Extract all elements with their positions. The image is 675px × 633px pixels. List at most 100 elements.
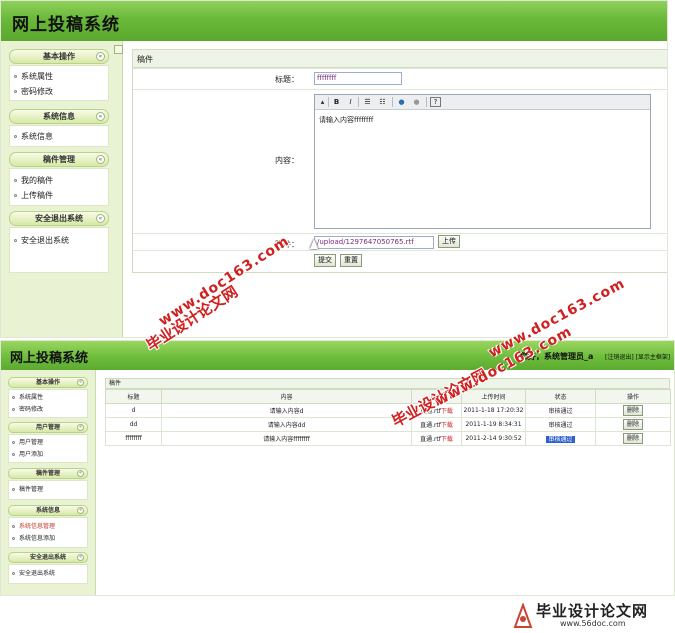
sidebar-group-users[interactable]: 用户管理 « <box>8 422 88 433</box>
collapse-icon[interactable]: « <box>77 554 84 561</box>
download-link[interactable]: 下载 <box>441 408 453 415</box>
footer-logo: 毕业设计论文网 www.56doc.com <box>508 600 675 633</box>
collapse-icon[interactable]: « <box>77 379 84 386</box>
frame-toggle-icon[interactable] <box>114 45 123 54</box>
collapse-icon[interactable]: « <box>77 507 84 514</box>
bold-button[interactable]: B <box>331 97 342 107</box>
grip-icon: ▴ <box>320 98 325 106</box>
status-badge-selected: 审核通过 <box>546 436 575 443</box>
sidebar-item-upload-manuscript[interactable]: 上传稿件 <box>10 188 108 203</box>
sidebar-group-body: 用户管理 用户添加 <box>8 434 88 463</box>
sidebar-item-logout[interactable]: 安全退出系统 <box>9 568 87 580</box>
collapse-icon[interactable]: « <box>96 155 105 164</box>
app-header: 网上投稿系统 您好，系统管理员_a [注销退出] [显示主框架] <box>1 341 674 370</box>
bullet-icon <box>12 408 15 411</box>
app-title: 网上投稿系统 <box>10 351 89 366</box>
collapse-icon[interactable]: « <box>96 52 105 61</box>
sidebar-item-add-system-info[interactable]: 系统信息添加 <box>9 533 87 545</box>
header-links[interactable]: [注销退出] [显示主框架] <box>605 352 670 361</box>
logo-mark-icon <box>513 603 533 628</box>
cell-action: 删除 <box>595 417 671 432</box>
bullet-icon <box>14 239 17 242</box>
help-button[interactable]: ? <box>430 97 441 107</box>
title-input[interactable]: ffffffff <box>314 72 402 85</box>
row-divider <box>133 233 667 234</box>
sidebar-group-body: 系统属性 密码修改 <box>9 65 109 101</box>
toolbar-separator <box>392 97 393 107</box>
submit-button[interactable]: 提交 <box>314 254 336 267</box>
cell-time: 2011-1-19 8:34:31 <box>461 417 526 432</box>
sidebar-item-system-info[interactable]: 系统信息 <box>10 129 108 144</box>
cell-action: 删除 <box>595 431 671 446</box>
sidebar-item-system-properties[interactable]: 系统属性 <box>10 69 108 84</box>
rich-text-editor[interactable]: ▴ B I ☰ ☷ ● ● ? 请输入内容ffffffff <box>314 94 651 229</box>
sidebar-group-body: 我的稿件 上传稿件 <box>9 168 109 206</box>
cell-title: ffffffff <box>105 431 162 446</box>
table-row: ffffffff 请输入内容ffffffff 直通.rtf下载 2011-2-1… <box>105 431 671 446</box>
delete-button[interactable]: 删除 <box>622 405 643 416</box>
delete-button[interactable]: 删除 <box>622 419 643 430</box>
collapse-icon[interactable]: « <box>77 470 84 477</box>
bullet-icon <box>12 488 15 491</box>
bullet-icon <box>14 135 17 138</box>
sidebar: 基本操作 « 系统属性 密码修改 用户管理 « 用户管理 用户添加 稿件管理 « 稿件… <box>1 370 96 595</box>
download-link[interactable]: 下载 <box>441 422 453 429</box>
cell-status: 审核通过 <box>525 417 596 432</box>
sidebar-item-change-password[interactable]: 密码修改 <box>10 84 108 99</box>
collapse-icon[interactable]: « <box>96 112 105 121</box>
bullet-icon <box>14 75 17 78</box>
column-header-content: 内容 <box>161 389 412 404</box>
sidebar-group-body: 稿件管理 <box>8 480 88 500</box>
sidebar-group-system-info[interactable]: 系统信息 « <box>9 109 109 124</box>
sidebar-item-add-user[interactable]: 用户添加 <box>9 449 87 461</box>
sidebar-item-user-management[interactable]: 用户管理 <box>9 437 87 449</box>
unordered-list-icon[interactable]: ☷ <box>377 97 388 107</box>
app-header: 网上投稿系统 <box>1 1 667 41</box>
sidebar-item-my-manuscripts[interactable]: 我的稿件 <box>10 173 108 188</box>
sidebar-group-basic[interactable]: 基本操作 « <box>8 377 88 388</box>
content-label: 内容： <box>275 156 299 165</box>
bullet-icon <box>14 194 17 197</box>
upload-button[interactable]: 上传 <box>438 235 460 248</box>
ordered-list-icon[interactable]: ☰ <box>362 97 373 107</box>
italic-button[interactable]: I <box>345 97 356 107</box>
sidebar-group-system-info[interactable]: 系统信息 « <box>8 505 88 516</box>
sidebar-item-logout[interactable]: 安全退出系统 <box>10 233 108 248</box>
edit-panel: 稿件 标题： ffffffff 内容： ▴ B I ☰ ☷ ● ● ? 请输入内… <box>132 49 667 273</box>
toolbar-separator <box>358 97 359 107</box>
sidebar-group-body: 系统属性 密码修改 <box>8 389 88 418</box>
sidebar-group-manuscripts[interactable]: 稿件管理 « <box>8 468 88 479</box>
sidebar-item-system-properties[interactable]: 系统属性 <box>9 392 87 404</box>
title-label: 标题： <box>275 75 299 84</box>
bullet-icon <box>12 453 15 456</box>
reset-button[interactable]: 重置 <box>340 254 362 267</box>
row-divider <box>133 250 667 251</box>
row-divider <box>133 68 667 69</box>
cell-time: 2011-2-14 9:30:52 <box>461 431 526 446</box>
bullet-icon <box>12 441 15 444</box>
sidebar-group-logout[interactable]: 安全退出系统 « <box>8 552 88 563</box>
toolbar-separator <box>328 97 329 107</box>
sidebar-group-body: 系统信息 <box>9 125 109 147</box>
bullet-icon <box>14 179 17 182</box>
bullet-icon <box>14 90 17 93</box>
download-link[interactable]: 下载 <box>441 436 453 443</box>
sidebar-group-basic[interactable]: 基本操作 « <box>9 49 109 64</box>
bullet-icon <box>12 396 15 399</box>
cell-status: 审核通过 <box>525 431 596 446</box>
sidebar-item-change-password[interactable]: 密码修改 <box>9 404 87 416</box>
link-icon[interactable]: ● <box>396 97 407 107</box>
collapse-icon[interactable]: « <box>96 214 105 223</box>
sidebar-item-system-info-management[interactable]: 系统信息管理 <box>9 521 87 533</box>
toolbar-separator <box>426 97 427 107</box>
sidebar-group-manuscripts[interactable]: 稿件管理 « <box>9 152 109 167</box>
cell-content: 请输入内容d <box>161 403 412 418</box>
delete-button[interactable]: 删除 <box>622 433 643 444</box>
app-title: 网上投稿系统 <box>12 15 120 35</box>
unlink-icon[interactable]: ● <box>411 97 422 107</box>
attachment-input[interactable]: /upload/1297647050765.rtf <box>314 236 434 249</box>
sidebar-group-logout[interactable]: 安全退出系统 « <box>9 211 109 226</box>
collapse-icon[interactable]: « <box>77 424 84 431</box>
cell-title: dd <box>105 417 162 432</box>
sidebar-item-manuscript-management[interactable]: 稿件管理 <box>9 484 87 496</box>
